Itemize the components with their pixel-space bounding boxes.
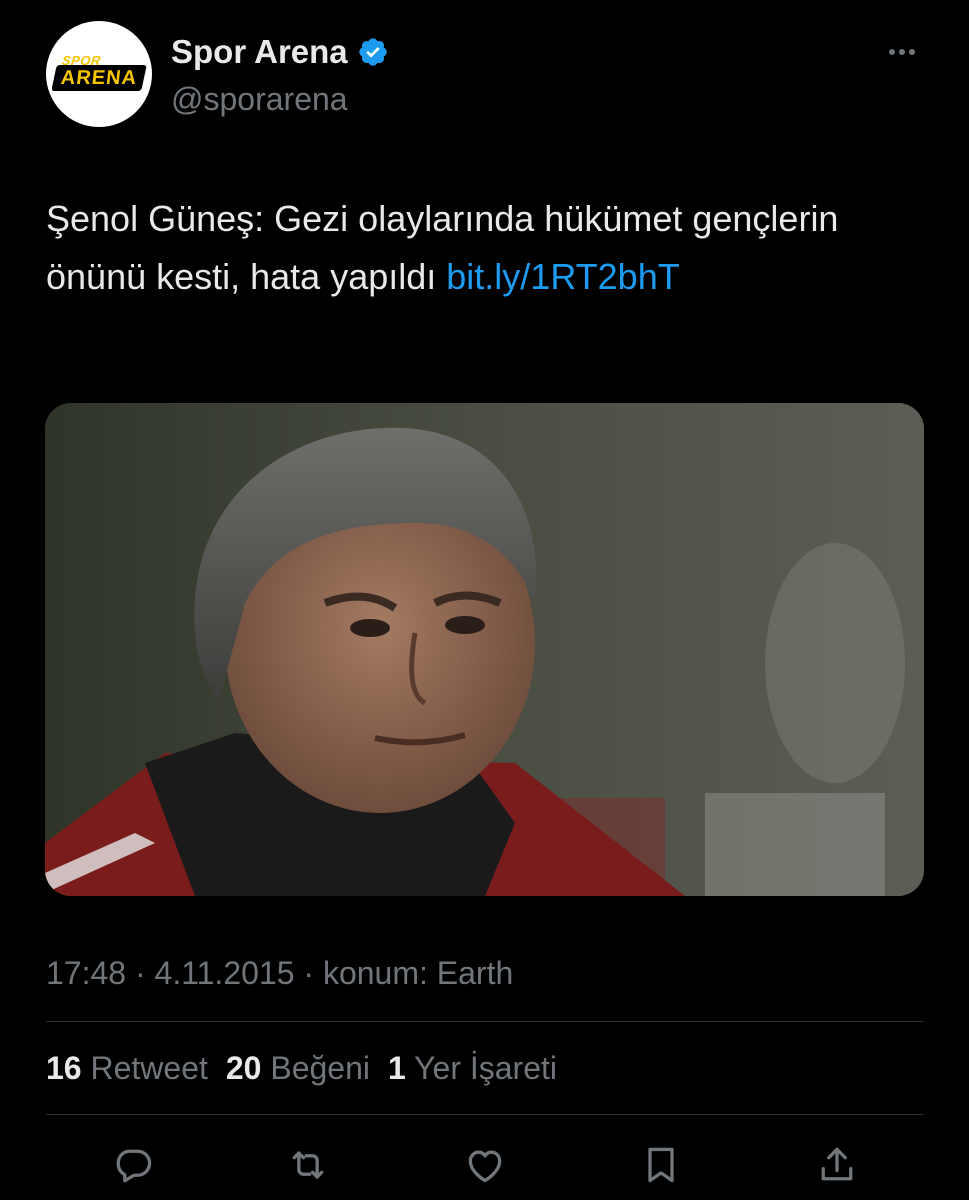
bookmarks-stat[interactable]: 1 Yer İşareti [388,1050,557,1087]
divider [46,1021,924,1022]
tweet-stats: 16 Retweet 20 Beğeni 1 Yer İşareti [46,1050,575,1087]
reply-icon[interactable] [109,1140,159,1190]
likes-stat[interactable]: 20 Beğeni [226,1050,370,1087]
photo-portrait [45,403,924,896]
name-row: Spor Arena [171,33,389,71]
tweet-photo[interactable] [45,403,924,896]
share-icon[interactable] [812,1140,862,1190]
retweets-count: 16 [46,1050,82,1086]
retweets-label: Retweet [90,1050,208,1086]
avatar[interactable]: SPOR ARENA [46,21,152,127]
retweets-stat[interactable]: 16 Retweet [46,1050,208,1087]
retweet-icon[interactable] [283,1140,333,1190]
tweet-actions [46,1140,924,1190]
divider [46,1114,924,1115]
like-icon[interactable] [460,1140,510,1190]
bookmark-icon[interactable] [636,1140,686,1190]
verified-badge-icon[interactable] [357,36,389,68]
tweet-header: SPOR ARENA Spor Arena @sporarena [46,21,924,129]
bookmarks-count: 1 [388,1050,406,1086]
tweet-timestamp[interactable]: 17:48 · 4.11.2015 · konum: Earth [46,955,513,992]
display-name[interactable]: Spor Arena [171,33,348,71]
likes-count: 20 [225,1050,262,1086]
avatar-logo-main: ARENA [51,65,147,91]
tweet-body: Şenol Güneş: Gezi olaylarında hükümet ge… [46,198,839,297]
handle[interactable]: @sporarena [171,81,348,118]
avatar-logo-text: ARENA [59,67,139,89]
likes-label: Beğeni [270,1050,370,1086]
bookmarks-label: Yer İşareti [414,1050,557,1086]
tweet-text: Şenol Güneş: Gezi olaylarında hükümet ge… [46,190,886,305]
tweet-link[interactable]: bit.ly/1RT2bhT [446,256,679,297]
more-icon[interactable] [882,37,922,67]
